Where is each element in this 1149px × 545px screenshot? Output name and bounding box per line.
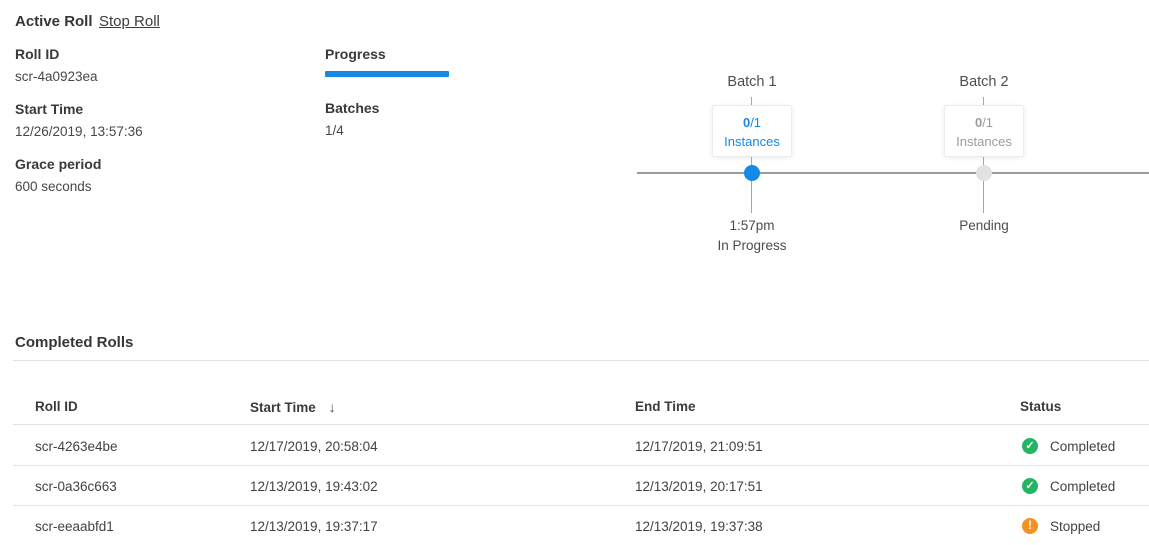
- batches-label: Batches: [325, 100, 449, 116]
- grace-period-label: Grace period: [15, 156, 101, 172]
- batch-2-pending-dot-icon: [976, 165, 992, 181]
- table-row-roll-id: scr-0a36c663: [35, 479, 117, 494]
- batch-2-name: Batch 2: [959, 74, 1008, 90]
- active-roll-title: Active Roll: [15, 13, 93, 30]
- table-row-divider: [13, 465, 1149, 466]
- status-completed-icon: [1022, 478, 1038, 494]
- table-header-divider: [13, 424, 1149, 425]
- grace-period-field: Grace period 600 seconds: [15, 156, 101, 194]
- start-time-field: Start Time 12/26/2019, 13:57:36: [15, 101, 143, 139]
- table-row-divider: [13, 505, 1149, 506]
- batch-1-active-dot-icon: [744, 165, 760, 181]
- table-row-start-time: 12/13/2019, 19:37:17: [250, 519, 378, 534]
- sort-descending-icon[interactable]: ↓: [329, 399, 336, 415]
- progress-label: Progress: [325, 46, 449, 62]
- status-stopped-icon: [1022, 518, 1038, 534]
- batch-2-time: Pending: [959, 218, 1009, 233]
- column-header-start-time-label: Start Time: [250, 400, 316, 415]
- batches-value: 1/4: [325, 123, 449, 138]
- status-completed-icon: [1022, 438, 1038, 454]
- table-row-start-time: 12/17/2019, 20:58:04: [250, 439, 378, 454]
- progress-section: Progress Batches 1/4: [325, 46, 449, 138]
- table-row-status: Completed: [1050, 439, 1115, 454]
- column-header-end-time: End Time: [635, 399, 696, 414]
- batch-1-state: In Progress: [717, 238, 786, 253]
- batch-2-instances: 0/1 Instances: [945, 113, 1023, 151]
- table-row-start-time: 12/13/2019, 19:43:02: [250, 479, 378, 494]
- roll-id-value: scr-4a0923ea: [15, 69, 98, 84]
- batch-1-instances: 0/1 Instances: [713, 113, 791, 151]
- batch-1-name: Batch 1: [727, 74, 776, 90]
- batch-1-total: /1: [750, 115, 761, 130]
- active-roll-page: Active Roll Stop Roll Roll ID scr-4a0923…: [0, 0, 1149, 545]
- roll-id-field: Roll ID scr-4a0923ea: [15, 46, 98, 84]
- table-row-status: Stopped: [1050, 519, 1100, 534]
- table-row-end-time: 12/13/2019, 19:37:38: [635, 519, 763, 534]
- completed-rolls-title: Completed Rolls: [15, 334, 133, 351]
- grace-period-value: 600 seconds: [15, 179, 101, 194]
- batch-2-instances-label: Instances: [956, 134, 1012, 149]
- progress-bar: [325, 71, 449, 77]
- table-row-roll-id: scr-4263e4be: [35, 439, 118, 454]
- stop-roll-link[interactable]: Stop Roll: [99, 13, 160, 30]
- start-time-label: Start Time: [15, 101, 143, 117]
- start-time-value: 12/26/2019, 13:57:36: [15, 124, 143, 139]
- batch-1-instances-label: Instances: [724, 134, 780, 149]
- column-header-roll-id: Roll ID: [35, 399, 78, 414]
- table-row-roll-id: scr-eeaabfd1: [35, 519, 114, 534]
- batch-1-card[interactable]: 0/1 Instances: [712, 105, 792, 157]
- batch-1-time: 1:57pm: [729, 218, 774, 233]
- roll-id-label: Roll ID: [15, 46, 98, 62]
- timeline-line: [637, 172, 1149, 174]
- table-row-end-time: 12/13/2019, 20:17:51: [635, 479, 763, 494]
- table-row-end-time: 12/17/2019, 21:09:51: [635, 439, 763, 454]
- section-divider: [13, 360, 1149, 361]
- table-row-status: Completed: [1050, 479, 1115, 494]
- batch-2-card[interactable]: 0/1 Instances: [944, 105, 1024, 157]
- column-header-status: Status: [1020, 399, 1061, 414]
- column-header-start-time[interactable]: Start Time ↓: [250, 399, 336, 415]
- batch-2-total: /1: [982, 115, 993, 130]
